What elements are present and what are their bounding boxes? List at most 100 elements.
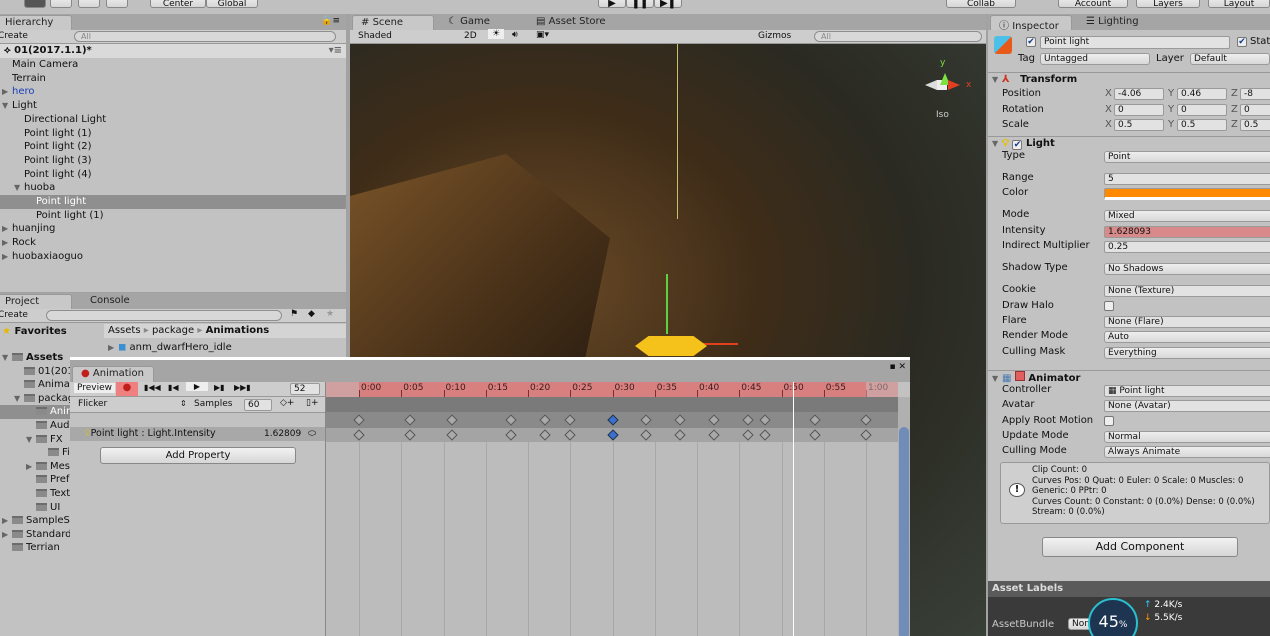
move-handle-y[interactable]: [666, 274, 668, 334]
clip-dropdown[interactable]: Flicker: [78, 399, 107, 409]
keyframe[interactable]: [640, 429, 652, 441]
playhead[interactable]: [793, 382, 795, 636]
pivot-global-button[interactable]: Global: [206, 0, 258, 9]
filter-type-icon[interactable]: ⚑: [290, 309, 298, 319]
timeline-area[interactable]: 0:00 0:05 0:10 0:15 0:20 0:25 0:30 0:35 0:40 0:45…: [326, 382, 898, 636]
breadcrumb-item[interactable]: Assets: [108, 325, 141, 336]
gizmos-dropdown[interactable]: Gizmos: [758, 31, 791, 41]
hierarchy-item[interactable]: Directional Light: [0, 113, 346, 127]
layers-button[interactable]: Layers: [1136, 0, 1200, 9]
range-field[interactable]: 5: [1104, 173, 1270, 185]
object-name-field[interactable]: Point light: [1040, 36, 1230, 49]
property-value[interactable]: 1.62809: [264, 427, 301, 441]
selected-keyframe[interactable]: [606, 414, 619, 426]
expand-arrow-icon[interactable]: ▶: [2, 528, 12, 542]
effects-dropdown-icon[interactable]: ▣▾: [536, 30, 549, 40]
last-key-button[interactable]: ▶▶▮: [234, 383, 251, 392]
expand-arrow-icon[interactable]: ▶: [2, 514, 12, 528]
tab-animation[interactable]: ● Animation: [72, 366, 154, 382]
add-keyframe-icon[interactable]: ◇+: [280, 398, 294, 408]
scene-header[interactable]: ⟡ 01(2017.1.1)* ▾≡: [0, 44, 346, 58]
transform-header[interactable]: ▼ ⅄ Transform: [988, 72, 1270, 86]
hierarchy-item[interactable]: Point light (2): [0, 140, 346, 154]
tab-inspector[interactable]: ⓘ Inspector: [990, 15, 1072, 32]
apply-root-motion-checkbox[interactable]: [1104, 416, 1114, 426]
pause-button[interactable]: ❚❚: [626, 0, 654, 9]
expand-arrow-icon[interactable]: ▼: [14, 392, 24, 406]
indirect-multiplier-field[interactable]: 0.25: [1104, 241, 1270, 253]
first-key-button[interactable]: ▮◀◀: [144, 383, 161, 392]
keyframe[interactable]: [505, 429, 517, 441]
expand-arrow-icon[interactable]: ▶: [2, 222, 12, 236]
rotate-tool-button[interactable]: [78, 0, 100, 8]
hierarchy-item[interactable]: Main Camera: [0, 58, 346, 72]
keyframe[interactable]: [564, 429, 576, 441]
window-close-icon[interactable]: ▪ ✕: [889, 362, 906, 372]
play-button[interactable]: ▶: [598, 0, 626, 9]
add-event-icon[interactable]: ▯+: [306, 398, 319, 408]
create-dropdown[interactable]: Create: [0, 310, 28, 320]
curve-toggle-icon[interactable]: ⬭: [308, 427, 316, 441]
type-dropdown[interactable]: Point: [1104, 151, 1270, 163]
add-component-button[interactable]: Add Component: [1042, 537, 1238, 557]
draw-halo-checkbox[interactable]: [1104, 301, 1114, 311]
selected-keyframe[interactable]: [606, 429, 619, 441]
keyframe[interactable]: [674, 429, 686, 441]
breadcrumb-item[interactable]: package: [152, 325, 194, 336]
collab-button[interactable]: Collab: [946, 0, 1016, 9]
play-preview-button[interactable]: ▶: [186, 382, 208, 391]
controller-field[interactable]: ▦ Point light: [1104, 385, 1270, 397]
audio-toggle-icon[interactable]: 🔊︎: [512, 30, 518, 40]
keyframe[interactable]: [758, 429, 771, 441]
hierarchy-item[interactable]: Point light (1): [0, 127, 346, 141]
color-field[interactable]: [1104, 188, 1270, 200]
keyframe[interactable]: [539, 414, 551, 426]
hierarchy-item[interactable]: Point light (4): [0, 168, 346, 182]
update-mode-dropdown[interactable]: Normal: [1104, 431, 1270, 443]
toggle-2d-button[interactable]: 2D: [464, 31, 477, 41]
expand-arrow-icon[interactable]: ▶: [2, 85, 12, 99]
keyframe[interactable]: [742, 414, 754, 426]
keyframe[interactable]: [860, 414, 872, 426]
scale-tool-button[interactable]: [106, 0, 128, 8]
property-row[interactable]: 💡︎Point light : Light.Intensity 1.62809 …: [70, 427, 326, 441]
keyframe[interactable]: [860, 429, 872, 441]
flare-field[interactable]: None (Flare): [1104, 316, 1270, 328]
expand-arrow-icon[interactable]: ▼: [14, 181, 24, 195]
transform-rotation-x-field[interactable]: 0: [1114, 103, 1164, 116]
animator-header[interactable]: ▼ ▦ Animator: [988, 370, 1270, 384]
point-light-gizmo[interactable]: [635, 336, 707, 356]
preview-toggle[interactable]: Preview: [74, 383, 116, 393]
keyframe[interactable]: [446, 414, 458, 426]
account-button[interactable]: Account: [1058, 0, 1128, 9]
keyframe[interactable]: [758, 414, 771, 426]
transform-rotation-z-field[interactable]: 0: [1240, 103, 1270, 116]
favorite-star-icon[interactable]: ★: [326, 309, 334, 319]
layout-button[interactable]: Layout: [1208, 0, 1270, 9]
tab-asset-store[interactable]: ▤ Asset Store: [528, 15, 614, 30]
active-checkbox[interactable]: ✔: [1026, 37, 1036, 47]
scene-search[interactable]: All: [814, 31, 982, 42]
hierarchy-item[interactable]: ▼ Light: [0, 99, 346, 113]
animator-enabled-checkbox[interactable]: [1014, 371, 1025, 381]
transform-scale-z-field[interactable]: 0.5: [1240, 119, 1270, 131]
shading-mode-dropdown[interactable]: Shaded: [358, 31, 454, 41]
pivot-center-button[interactable]: Center: [150, 0, 206, 9]
culling-mask-dropdown[interactable]: Everything: [1104, 347, 1270, 359]
static-checkbox[interactable]: ✔: [1237, 37, 1247, 47]
layer-dropdown[interactable]: Default: [1190, 53, 1270, 65]
keyframe[interactable]: [505, 414, 517, 426]
lock-icon[interactable]: 🔒≡: [321, 16, 340, 26]
move-tool-button[interactable]: [50, 0, 72, 8]
transform-position-z-field[interactable]: -8: [1240, 88, 1270, 100]
create-dropdown[interactable]: Create: [0, 31, 28, 41]
avatar-field[interactable]: None (Avatar): [1104, 400, 1270, 412]
cookie-field[interactable]: None (Texture): [1104, 285, 1270, 297]
keyframe[interactable]: [564, 414, 576, 426]
projection-label[interactable]: Iso: [936, 110, 949, 120]
tab-lighting[interactable]: ☰ Lighting: [1078, 15, 1147, 30]
vertical-scrollbar[interactable]: [898, 397, 910, 636]
keyframe[interactable]: [353, 414, 365, 426]
keyframe[interactable]: [809, 414, 821, 426]
hierarchy-item[interactable]: ▶ hero: [0, 85, 346, 99]
